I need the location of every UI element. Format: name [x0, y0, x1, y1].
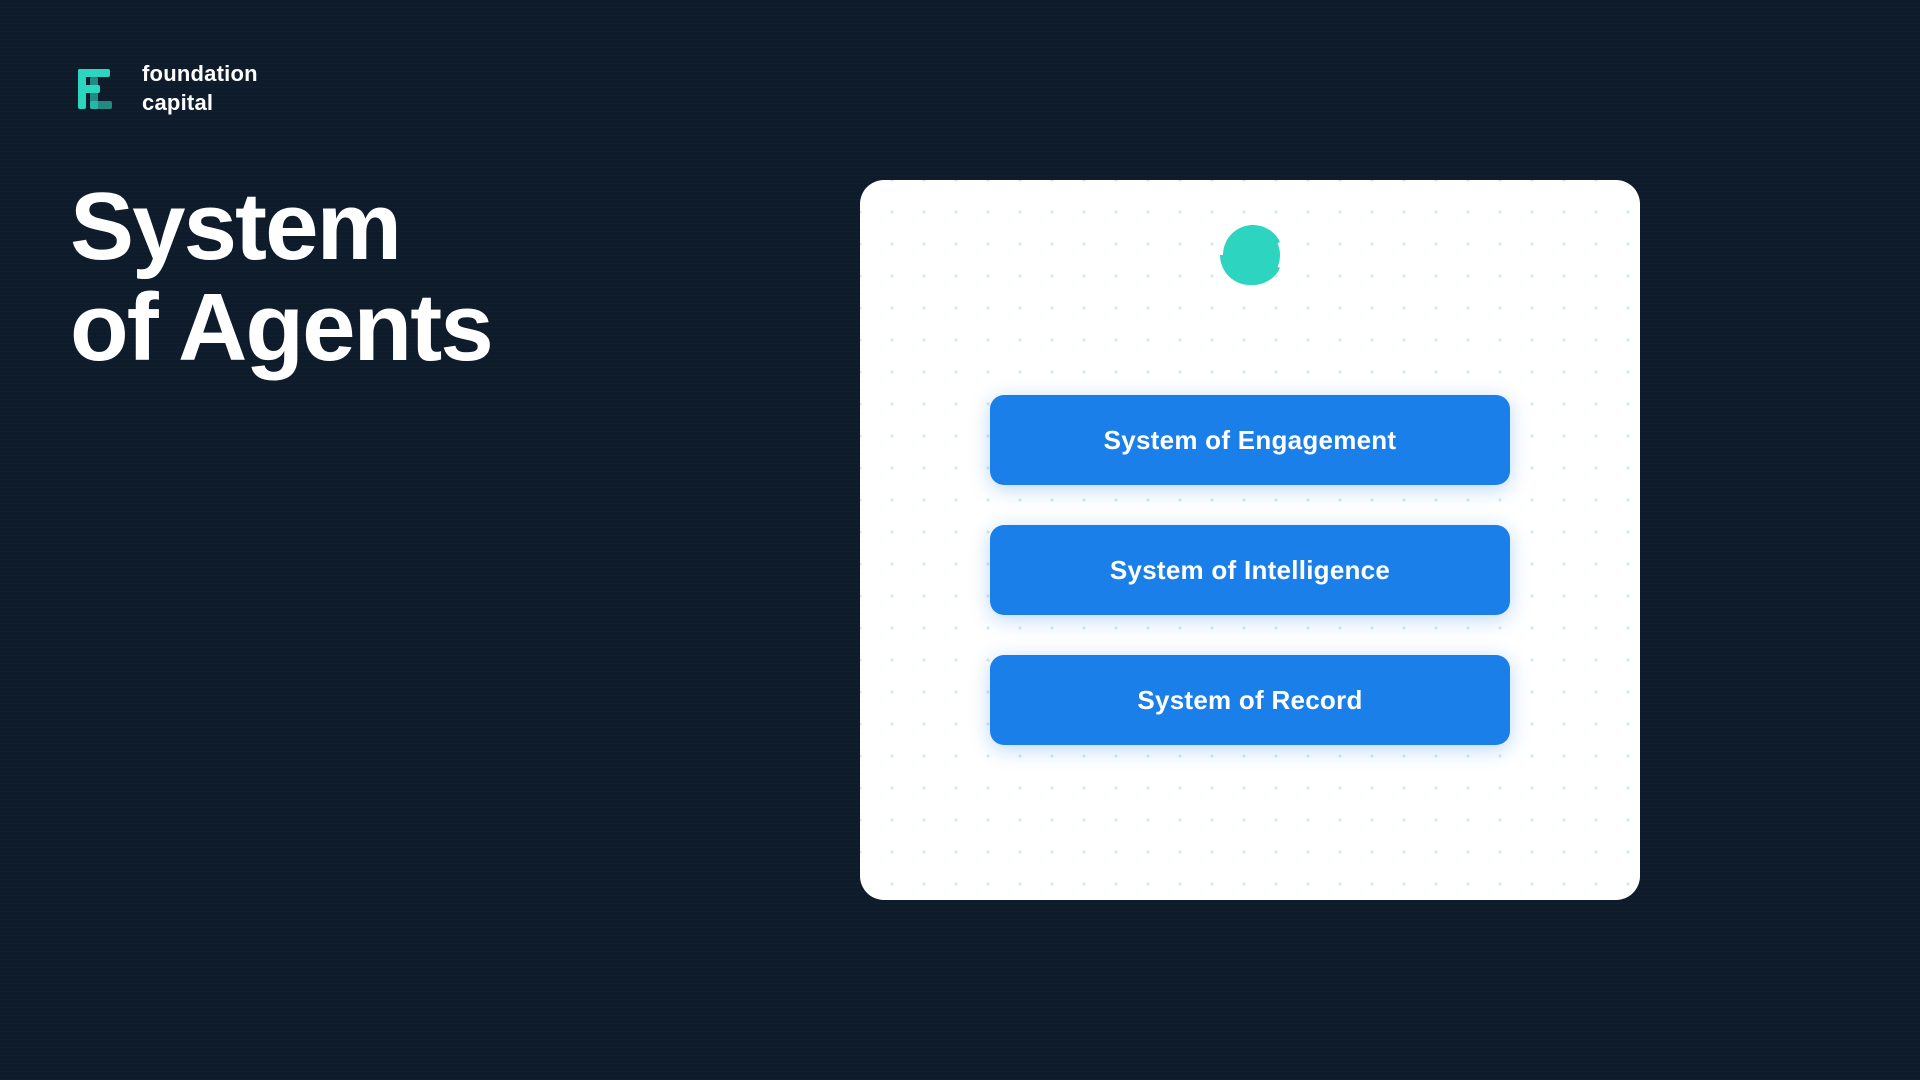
pacman-icon — [1215, 220, 1285, 290]
system-of-intelligence-label: System of Intelligence — [1110, 555, 1390, 586]
system-of-record-button[interactable]: System of Record — [990, 655, 1510, 745]
heading-line1: System — [70, 173, 400, 280]
system-of-engagement-label: System of Engagement — [1104, 425, 1397, 456]
left-panel: foundation capital System of Agents — [0, 0, 620, 1080]
system-of-record-label: System of Record — [1137, 685, 1362, 716]
right-panel: System of Engagement System of Intellige… — [620, 0, 1920, 1080]
heading-line2: of Agents — [70, 274, 492, 381]
system-of-intelligence-button[interactable]: System of Intelligence — [990, 525, 1510, 615]
foundation-capital-logo-icon — [70, 61, 126, 117]
system-of-engagement-button[interactable]: System of Engagement — [990, 395, 1510, 485]
diagram-card: System of Engagement System of Intellige… — [860, 180, 1640, 900]
logo-text: foundation capital — [142, 60, 258, 117]
main-heading: System of Agents — [70, 177, 550, 379]
logo-area: foundation capital — [70, 60, 550, 117]
card-buttons: System of Engagement System of Intellige… — [920, 395, 1580, 745]
